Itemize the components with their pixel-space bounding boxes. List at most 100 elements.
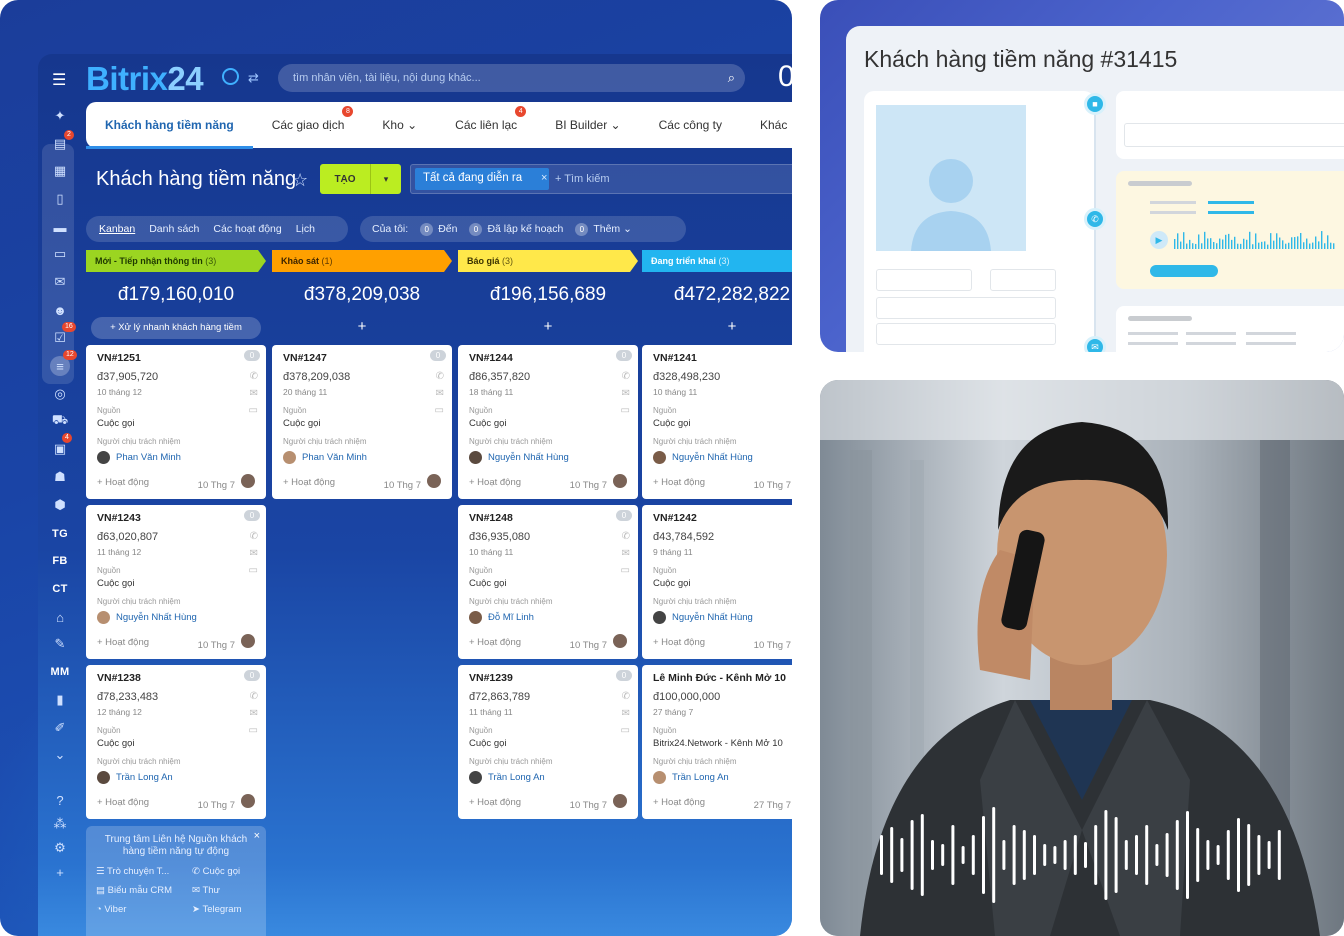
feed-icon[interactable]: ✦ [50,106,70,126]
view-2[interactable]: Các hoạt động [206,223,288,235]
phone-icon[interactable]: ✆ [622,531,630,542]
mail-icon[interactable]: ✉ [622,708,630,719]
mail-icon[interactable]: ✉ [622,388,630,399]
lead-card[interactable]: VN#1251 0 ✆ ✉ ▭ đ37,905,720 10 tháng 12 Nguồn Cu… [86,345,266,499]
add-activity-link[interactable]: + Hoạt động [653,477,705,488]
robot-icon[interactable]: ☗ [50,467,70,487]
rail-text-fb[interactable]: FB [50,551,70,571]
chat-icon[interactable]: ▭ [249,405,258,416]
calendar-icon[interactable]: ▦ [50,161,70,181]
chat-icon[interactable]: ▭ [249,725,258,736]
add-card-button[interactable]: + [458,318,638,338]
channel-mail[interactable]: ✉ Thư [192,885,256,896]
stage-header[interactable]: Khảo sát (1) [272,250,452,272]
close-icon[interactable]: × [541,172,547,184]
mail-icon[interactable]: ✉ [50,272,70,292]
tab-4[interactable]: BI Builder ⌄ [536,118,639,132]
chat-icon[interactable]: ▭ [621,405,630,416]
mail-icon[interactable]: ✉ [622,548,630,559]
lead-id[interactable]: VN#1242 [653,512,792,524]
box-icon[interactable]: ⬢ [50,495,70,515]
target-icon[interactable]: ◎ [50,384,70,404]
add-activity-link[interactable]: + Hoạt động [283,477,335,488]
sign-icon[interactable]: ✎ [50,634,70,654]
view-0[interactable]: Kanban [92,223,142,235]
lead-card[interactable]: VN#1241✆✉▭đ328,498,23010 tháng 11NguồnCu… [642,345,792,499]
rail-text-mm[interactable]: MM [50,662,70,682]
chat-icon[interactable]: ▭ [621,725,630,736]
channel-telegram[interactable]: ➤ Telegram [192,904,256,915]
filter-chip[interactable]: Tất cả đang diễn ra × [415,168,549,190]
channel-call[interactable]: ✆ Cuộc gọi [192,866,256,877]
tab-3[interactable]: Các liên lạc 4 [436,106,536,132]
add-activity-link[interactable]: + Hoạt động [469,637,521,648]
quick-add-button[interactable]: + Xử lý nhanh khách hàng tiềm [91,317,261,339]
view-1[interactable]: Danh sách [142,223,206,235]
star-icon[interactable]: ☆ [292,170,308,191]
lead-id[interactable]: VN#1247 [283,352,441,364]
responsible-user[interactable]: Nguyễn Nhất Hùng [653,451,792,464]
phone-icon[interactable]: ✆ [250,691,258,702]
drive-icon[interactable]: ▬ [50,217,70,237]
mail-icon[interactable]: ✉ [250,708,258,719]
chevron-down-icon[interactable]: ▾ [370,164,401,194]
add-activity-link[interactable]: + Hoạt động [653,797,705,808]
team-icon[interactable]: ☻ [50,300,70,320]
docs-icon[interactable]: ▯ [50,189,70,209]
add-activity-link[interactable]: + Hoạt động [97,797,149,808]
mine-filter-0[interactable]: 0 Đến [420,222,457,236]
phone-icon[interactable]: ✆ [250,531,258,542]
menu-icon[interactable]: ☰ [52,70,66,90]
lead-card[interactable]: VN#1242✆✉▭đ43,784,5929 tháng 11NguồnCuộc… [642,505,792,659]
add-card-button[interactable]: + [642,318,792,338]
lead-card[interactable]: VN#1244 0 ✆ ✉ ▭ đ86,357,820 18 tháng 11 Nguồn Cu… [458,345,638,499]
close-icon[interactable]: × [254,830,260,842]
chevron-down-icon[interactable]: ⌄ [50,745,70,765]
contact-card-icon[interactable]: ▣ 4 [50,433,72,459]
create-button[interactable]: TẠO ▾ [320,164,401,194]
rail-text-tg[interactable]: TG [50,524,70,544]
responsible-user[interactable]: Nguyễn Nhất Hùng [97,611,255,624]
phone-icon[interactable]: ✆ [250,371,258,382]
bank-icon[interactable]: ⌂ [50,607,70,627]
lead-card[interactable]: Lê Minh Đức - Kênh Mở 10✆✉▭đ100,000,0002… [642,665,792,819]
channel-chat[interactable]: ☰ Trò chuyện T... [96,866,192,877]
mail-icon[interactable]: ✉ [250,388,258,399]
responsible-user[interactable]: Đỗ Mĩ Linh [469,611,627,624]
responsible-user[interactable]: Trần Long An [469,771,627,784]
tasks-icon[interactable]: ▤ 2 [50,130,74,154]
global-search-input[interactable]: tìm nhân viên, tài liệu, nội dung khác..… [278,64,745,92]
add-icon[interactable]: + [50,862,70,882]
analytics-icon[interactable]: ▮ [50,690,70,710]
lead-id[interactable]: VN#1244 [469,352,627,364]
responsible-user[interactable]: Trần Long An [97,771,255,784]
tab-2[interactable]: Kho ⌄ [363,118,436,132]
lead-card[interactable]: VN#1247 0 ✆ ✉ ▭ đ378,209,038 20 tháng 11 Nguồn C… [272,345,452,499]
add-activity-link[interactable]: + Hoạt động [469,477,521,488]
tab-1[interactable]: Các giao dịch 8 [253,106,364,132]
channel-viber[interactable]: ◔ Viber [96,904,192,915]
chat-icon[interactable]: ▭ [621,565,630,576]
gear-icon[interactable]: ⚙ [50,838,70,858]
responsible-user[interactable]: Phan Văn Minh [283,451,441,464]
rail-text-ct[interactable]: CT [50,579,70,599]
lead-card[interactable]: VN#1243 0 ✆ ✉ ▭ đ63,020,807 11 tháng 12 Nguồn Cu… [86,505,266,659]
add-activity-link[interactable]: + Hoạt động [653,637,705,648]
stage-header[interactable]: Báo giá (3) [458,250,638,272]
mail-icon[interactable]: ✉ [250,548,258,559]
tab-5[interactable]: Các công ty [640,118,741,132]
lead-id[interactable]: VN#1248 [469,512,627,524]
tab-6[interactable]: Khác [741,118,792,132]
stage-header[interactable]: Mới - Tiếp nhận thông tin (3) [86,250,266,272]
add-activity-link[interactable]: + Hoạt động [469,797,521,808]
stage-header[interactable]: Đang triển khai (3) [642,250,792,272]
filter-bar[interactable]: Tất cả đang diễn ra × + Tìm kiếm [410,164,792,194]
responsible-user[interactable]: Nguyễn Nhất Hùng [653,611,792,624]
settings-sliders-icon[interactable]: ⇄ [248,70,259,86]
help-icon[interactable]: ? [50,790,70,810]
view-3[interactable]: Lịch [289,223,322,235]
mail-icon[interactable]: ✉ [436,388,444,399]
lead-id[interactable]: VN#1238 [97,672,255,684]
add-card-button[interactable]: + [272,318,452,338]
lead-id[interactable]: VN#1243 [97,512,255,524]
